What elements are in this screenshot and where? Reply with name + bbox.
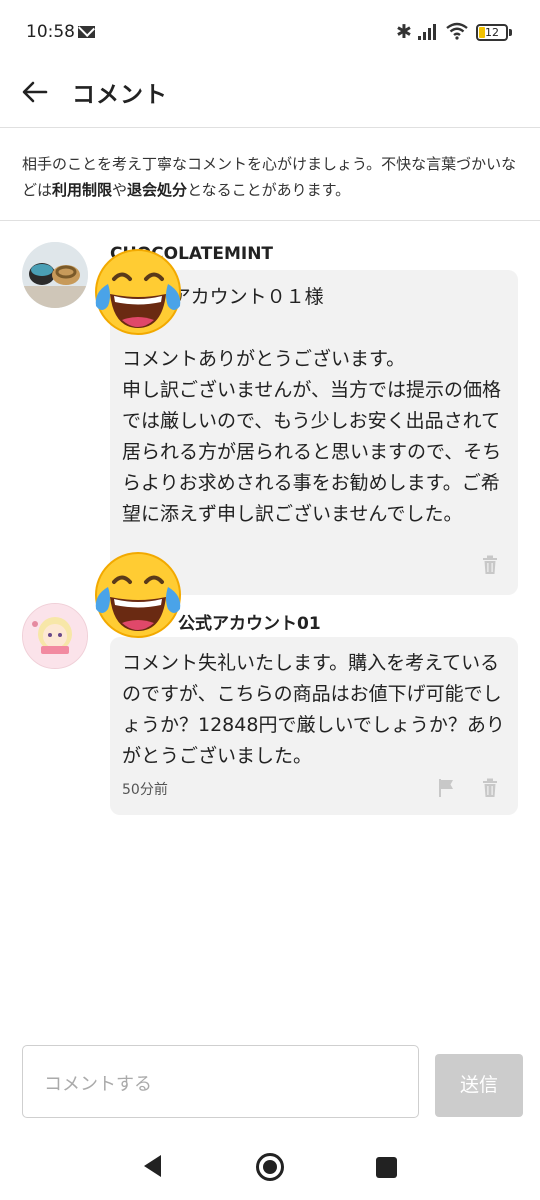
tears-of-joy-emoji xyxy=(95,249,181,335)
notice-text-2: や xyxy=(112,181,128,199)
notice-bold-withdrawal: 退会処分 xyxy=(127,181,188,199)
back-arrow-icon[interactable] xyxy=(20,77,50,107)
flag-icon[interactable] xyxy=(438,778,454,798)
trash-icon[interactable] xyxy=(482,555,498,575)
nav-back-icon[interactable] xyxy=(142,1154,162,1178)
comment-text: コメント失礼いたします。購入を考えているのですが、こちらの商品はお値下げ可能でし… xyxy=(122,652,505,767)
trash-icon[interactable] xyxy=(482,778,498,798)
status-time: 10:58 xyxy=(26,22,75,42)
app-header: コメント xyxy=(0,66,540,128)
mail-icon xyxy=(78,26,95,38)
status-bar: 10:58 ✱ 12 xyxy=(0,0,540,66)
comment-bubble: コメント失礼いたします。購入を考えているのですが、こちらの商品はお値下げ可能でし… xyxy=(110,637,518,815)
nav-home-icon[interactable] xyxy=(256,1153,284,1181)
avatar[interactable] xyxy=(22,603,88,669)
wifi-icon xyxy=(446,22,468,40)
comment-timestamp: 50分前 xyxy=(122,782,168,798)
nav-recents-icon[interactable] xyxy=(376,1157,397,1178)
battery-cap xyxy=(509,29,512,36)
comment-username: 公式アカウント01 xyxy=(178,614,321,634)
comment-input[interactable]: コメントする xyxy=(22,1045,419,1118)
bluetooth-icon: ✱ xyxy=(396,21,412,43)
battery-level: 12 xyxy=(485,26,499,39)
comment-item: 公式アカウント01 コメント失礼いたします。購入を考えているのですが、こちらの商… xyxy=(0,552,540,818)
tears-of-joy-emoji xyxy=(95,552,181,638)
avatar-image xyxy=(23,604,87,668)
avatar[interactable] xyxy=(22,242,88,308)
battery-icon: 12 xyxy=(476,24,508,41)
comment-input-placeholder: コメントする xyxy=(44,1074,152,1095)
comment-guideline-notice: 相手のことを考え丁寧なコメントを心がけましょう。不快な言葉づかいなどは利用制限や… xyxy=(0,129,540,221)
notice-bold-restriction: 利用制限 xyxy=(52,181,113,199)
signal-icon xyxy=(418,24,438,40)
avatar-image xyxy=(22,242,88,308)
comment-item: CHOCOLATEMINT o公式アカウント０１様 コメントありがとうございます… xyxy=(0,242,540,597)
send-button[interactable]: 送信 xyxy=(435,1054,523,1117)
page-title: コメント xyxy=(72,82,168,108)
notice-text-3: となることがあります。 xyxy=(187,181,351,199)
